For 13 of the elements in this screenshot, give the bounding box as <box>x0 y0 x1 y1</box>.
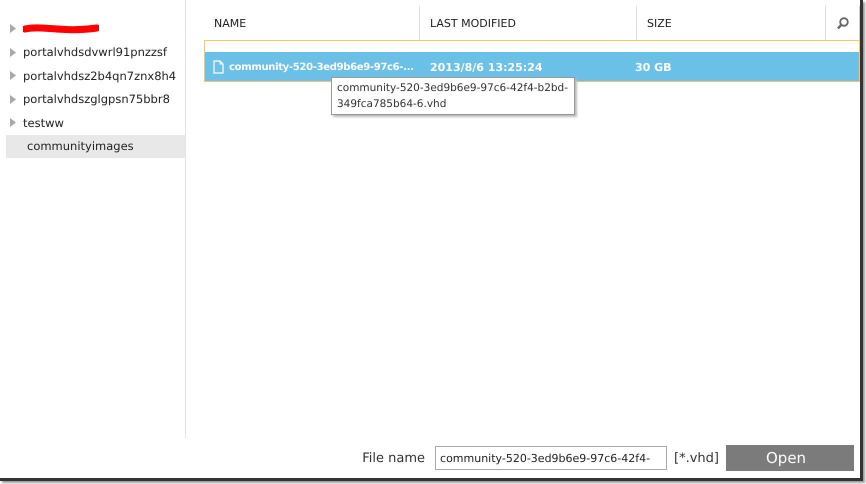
open-button[interactable]: Open <box>726 445 854 471</box>
file-name-field[interactable]: community-520-3ed9b6e9-97c6-42f4- <box>435 446 668 470</box>
table-cell: community-520-3ed9b6e9-97c6-... <box>229 62 414 72</box>
sidebar-item[interactable]: portalvhdsdvwrl91pnzzsf <box>6 40 185 64</box>
sidebar-item[interactable]: testww <box>6 111 185 134</box>
sidebar-item[interactable]: portalvhdszglgpsn75bbr8 <box>6 88 185 111</box>
table-cell: 2013/8/6 13:25:24 <box>430 60 543 74</box>
sidebar-item[interactable]: portalvhdsz2b4qn7znx8h4 <box>6 64 185 88</box>
sidebar-item[interactable]: communityimages <box>6 134 185 158</box>
file-filter: [*.vhd] <box>674 450 719 466</box>
table-cell: 30 GB <box>635 60 672 74</box>
tooltip: community-520-3ed9b6e9-97c6-42f4-b2bd-349fca785b64-6.vhd <box>331 77 575 115</box>
file-name-label: File name <box>362 450 426 466</box>
